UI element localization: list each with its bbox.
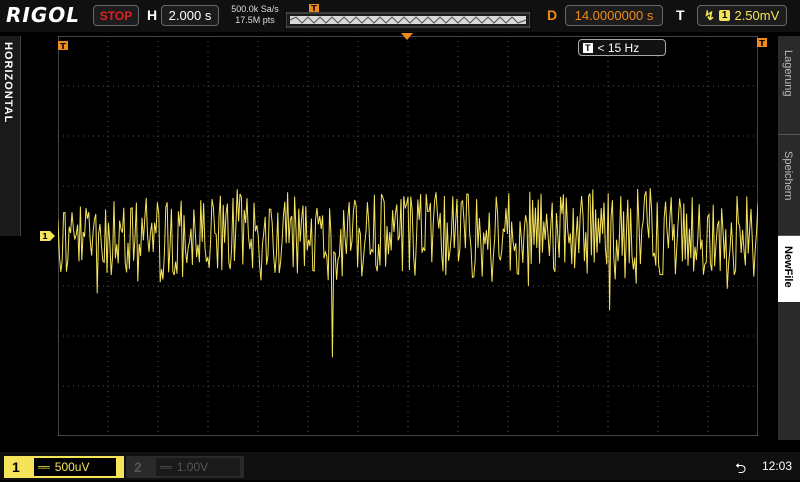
menu-item-newfile[interactable]: NewFile <box>778 236 800 302</box>
run-stop-indicator[interactable]: STOP <box>93 5 139 26</box>
waveform-display[interactable] <box>58 36 758 436</box>
svg-text:T: T <box>759 39 765 48</box>
horizontal-menu-tab[interactable]: HORIZONTAL <box>0 36 21 236</box>
channel1-scale-box: ══ 500uV <box>34 458 116 476</box>
acquisition-info: 500.0k Sa/s 17.5M pts <box>228 4 282 26</box>
trigger-level: 2.50mV <box>734 8 780 23</box>
delay-label: D <box>547 7 558 23</box>
usb-icon: ⮌ <box>735 460 747 476</box>
channel2-scale-box: ══ 1.00V <box>156 458 240 476</box>
brand-logo: RIGOL <box>6 3 81 27</box>
trigger-label: T <box>676 7 685 23</box>
frequency-counter: T < 15 Hz <box>578 39 666 56</box>
status-bar: RIGOL STOP H 2.000 s 500.0k Sa/s 17.5M p… <box>0 0 800 32</box>
menu-item-label: Lagerung <box>782 50 794 97</box>
channel1-number: 1 <box>12 459 20 475</box>
channel-bar: 1 ══ 500uV 2 ══ 1.00V ⮌ 12:03 <box>0 452 800 480</box>
menu-item-speichern[interactable]: Speichern <box>778 135 800 235</box>
trigger-source: 1 <box>718 10 731 21</box>
dc-coupling-icon: ══ <box>38 462 50 472</box>
trigger-time-marker <box>401 33 413 40</box>
clock: 12:03 <box>762 459 793 473</box>
channel2-number: 2 <box>134 459 142 475</box>
horizontal-label: H <box>147 7 158 23</box>
delay-value[interactable]: 14.0000000 s <box>565 5 663 26</box>
right-trigger-marker: T <box>757 38 767 48</box>
softkey-menu: Lagerung Speichern NewFile <box>778 36 800 440</box>
menu-item-label: Speichern <box>782 151 794 201</box>
channel1-offset-marker[interactable]: 1 <box>40 231 55 241</box>
dc-coupling-icon: ══ <box>160 462 172 472</box>
channel1-scale: 500uV <box>54 460 90 474</box>
channel1-status[interactable]: 1 ══ 500uV <box>4 456 124 478</box>
channel2-status[interactable]: 2 ══ 1.00V <box>126 456 244 478</box>
rising-edge-icon: ↯ <box>704 7 715 23</box>
svg-text:1: 1 <box>42 232 48 241</box>
channel2-scale: 1.00V <box>176 460 209 474</box>
svg-text:T: T <box>311 4 317 13</box>
memory-overview: T <box>286 4 530 28</box>
counter-icon: T <box>583 42 593 53</box>
frequency-value: < 15 Hz <box>597 40 640 55</box>
trigger-setting[interactable]: ↯ 1 2.50mV <box>697 5 787 26</box>
marker-layer-left: T 1 <box>40 41 68 241</box>
trigger-position-marker: T <box>309 4 319 13</box>
memory-depth: 17.5M pts <box>235 15 275 25</box>
svg-text:T: T <box>60 42 66 51</box>
sample-rate: 500.0k Sa/s <box>231 4 279 14</box>
horizontal-tab-label: HORIZONTAL <box>2 42 14 124</box>
timebase-value[interactable]: 2.000 s <box>161 5 219 26</box>
menu-item-lagerung[interactable]: Lagerung <box>778 36 800 134</box>
menu-item-label: NewFile <box>782 246 794 288</box>
trigger-level-marker[interactable]: T <box>58 41 68 51</box>
